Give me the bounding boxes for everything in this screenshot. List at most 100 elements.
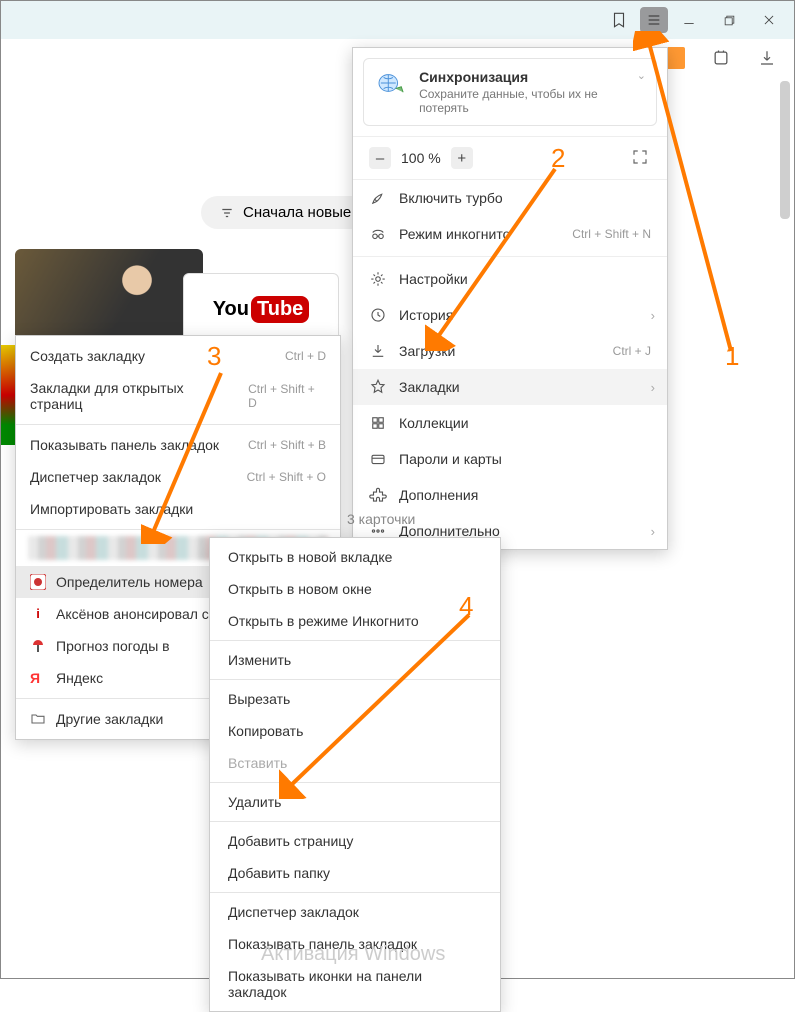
menu-settings[interactable]: Настройки xyxy=(353,261,667,297)
bm-show-panel[interactable]: Показывать панель закладок Ctrl + Shift … xyxy=(16,429,340,461)
chevron-right-icon: › xyxy=(651,524,655,539)
folder-icon xyxy=(30,711,46,727)
main-menu-panel: Синхронизация Сохраните данные, чтобы их… xyxy=(352,47,668,550)
chevron-down-icon: ⌄ xyxy=(637,69,646,82)
annotation-1: 1 xyxy=(725,341,739,372)
ctx-paste: Вставить xyxy=(210,747,500,779)
chevron-right-icon: › xyxy=(651,308,655,323)
label: Яндекс xyxy=(56,670,103,686)
ctx-open-incognito[interactable]: Открыть в режиме Инкогнито xyxy=(210,605,500,637)
separator xyxy=(210,782,500,783)
label: Создать закладку xyxy=(30,348,145,364)
label: Другие закладки xyxy=(56,711,163,727)
ctx-copy[interactable]: Копировать xyxy=(210,715,500,747)
windows-activation-watermark: Активация Windows xyxy=(261,943,445,966)
menu-addons[interactable]: Дополнения xyxy=(353,477,667,513)
separator xyxy=(210,679,500,680)
weather-favicon xyxy=(30,638,46,654)
card-icon xyxy=(369,450,387,468)
ctx-show-icons[interactable]: Показывать иконки на панели закладок xyxy=(210,960,500,1008)
label: Диспетчер закладок xyxy=(30,469,161,485)
separator xyxy=(16,424,340,425)
label: Закладки для открытых страниц xyxy=(30,380,238,412)
shortcut-text: Ctrl + Shift + O xyxy=(247,470,326,484)
menu-settings-label: Настройки xyxy=(399,271,468,287)
download-icon xyxy=(369,342,387,360)
extensions-icon[interactable] xyxy=(708,45,734,71)
menu-collections[interactable]: Коллекции xyxy=(353,405,667,441)
menu-history[interactable]: История › xyxy=(353,297,667,333)
separator xyxy=(353,256,667,257)
favorite-icon[interactable] xyxy=(600,5,638,35)
incognito-icon xyxy=(369,225,387,243)
history-icon xyxy=(369,306,387,324)
downloads-icon[interactable] xyxy=(754,45,780,71)
sync-title: Синхронизация xyxy=(419,69,644,85)
ctx-cut[interactable]: Вырезать xyxy=(210,683,500,715)
menu-collections-label: Коллекции xyxy=(399,415,469,431)
scrollbar-thumb[interactable] xyxy=(780,81,790,219)
menu-bookmarks[interactable]: Закладки › xyxy=(353,369,667,405)
scrollbar[interactable] xyxy=(780,81,792,970)
zoom-in-button[interactable]: + xyxy=(451,147,473,169)
collections-icon xyxy=(369,414,387,432)
sync-globe-icon xyxy=(376,69,407,97)
bm-import[interactable]: Импортировать закладки xyxy=(16,493,340,525)
menu-incognito[interactable]: Режим инкогнито Ctrl + Shift + N xyxy=(353,216,667,252)
bookmark-context-menu: Открыть в новой вкладке Открыть в новом … xyxy=(209,537,501,1012)
label: Аксёнов анонсировал с xyxy=(56,606,209,622)
window-titlebar xyxy=(1,1,794,39)
menu-turbo-label: Включить турбо xyxy=(399,190,503,206)
bm-create-open[interactable]: Закладки для открытых страниц Ctrl + Shi… xyxy=(16,372,340,420)
caller-favicon xyxy=(30,574,46,590)
menu-downloads-label: Загрузки xyxy=(399,343,455,359)
ctx-add-folder[interactable]: Добавить папку xyxy=(210,857,500,889)
zoom-out-button[interactable]: – xyxy=(369,147,391,169)
bm-create[interactable]: Создать закладку Ctrl + D xyxy=(16,340,340,372)
sort-label: Сначала новые xyxy=(243,204,351,221)
shortcut-text: Ctrl + J xyxy=(613,344,651,358)
menu-passwords-label: Пароли и карты xyxy=(399,451,502,467)
menu-passwords[interactable]: Пароли и карты xyxy=(353,441,667,477)
cards-count-label: 3 карточки xyxy=(347,511,415,527)
menu-addons-label: Дополнения xyxy=(399,487,478,503)
ctx-open-tab[interactable]: Открыть в новой вкладке xyxy=(210,541,500,573)
maximize-button[interactable] xyxy=(710,5,748,35)
label: Импортировать закладки xyxy=(30,501,193,517)
ctx-open-window[interactable]: Открыть в новом окне xyxy=(210,573,500,605)
youtube-text-a: You xyxy=(213,298,249,321)
ctx-add-page[interactable]: Добавить страницу xyxy=(210,825,500,857)
label: Определитель номера xyxy=(56,574,203,590)
separator xyxy=(210,821,500,822)
separator xyxy=(210,892,500,893)
tile-photo[interactable] xyxy=(15,249,203,345)
menu-incognito-label: Режим инкогнито xyxy=(399,226,510,242)
zoom-row: – 100 % + xyxy=(353,136,667,180)
zoom-value: 100 % xyxy=(401,150,441,166)
ctx-delete[interactable]: Удалить xyxy=(210,786,500,818)
minimize-button[interactable] xyxy=(670,5,708,35)
label: Показывать панель закладок xyxy=(30,437,219,453)
puzzle-icon xyxy=(369,486,387,504)
separator xyxy=(16,529,340,530)
menu-bookmarks-label: Закладки xyxy=(399,379,460,395)
menu-turbo[interactable]: Включить турбо xyxy=(353,180,667,216)
sync-promo[interactable]: Синхронизация Сохраните данные, чтобы их… xyxy=(363,58,657,126)
fullscreen-icon[interactable] xyxy=(631,148,651,168)
hamburger-menu-button[interactable] xyxy=(640,7,668,33)
ctx-bm-manager[interactable]: Диспетчер закладок xyxy=(210,896,500,928)
gear-icon xyxy=(369,270,387,288)
news-favicon: i xyxy=(30,606,46,622)
shortcut-text: Ctrl + Shift + D xyxy=(248,382,326,410)
shortcut-text: Ctrl + Shift + B xyxy=(248,438,326,452)
close-button[interactable] xyxy=(750,5,788,35)
page-toolbar xyxy=(662,45,780,71)
rocket-icon xyxy=(369,189,387,207)
menu-downloads[interactable]: Загрузки Ctrl + J xyxy=(353,333,667,369)
label: Прогноз погоды в xyxy=(56,638,170,654)
sync-subtitle: Сохраните данные, чтобы их не потерять xyxy=(419,87,644,115)
ctx-edit[interactable]: Изменить xyxy=(210,644,500,676)
separator xyxy=(210,640,500,641)
shortcut-text: Ctrl + D xyxy=(285,349,326,363)
bm-manager[interactable]: Диспетчер закладок Ctrl + Shift + O xyxy=(16,461,340,493)
